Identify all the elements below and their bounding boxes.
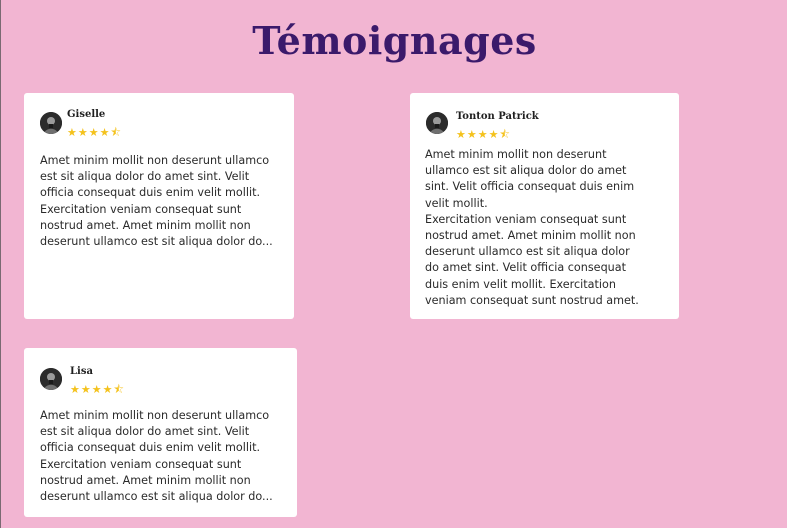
testimonial-text: Amet minim mollit non deserunt ullamco e… [40,154,273,249]
user-avatar-icon [40,368,62,390]
testimonial-card: Giselle ★★★★⯪ Amet minim mollit non dese… [24,93,294,319]
testimonial-card: Tonton Patrick ★★★★⯪ Amet minim mollit n… [410,93,679,319]
page-title: Témoignages [252,18,537,63]
user-avatar-icon [426,112,448,134]
testimonial-card: Lisa ★★★★⯪ Amet minim mollit non deserun… [24,348,297,517]
star-rating: ★★★★⯪ [67,127,122,139]
star-rating: ★★★★⯪ [70,384,125,396]
testimonial-text: Amet minim mollit non deserunt ullamco e… [40,409,273,504]
user-avatar-icon [40,112,62,134]
star-rating: ★★★★⯪ [456,129,511,141]
reviewer-name: Tonton Patrick [456,111,539,122]
reviewer-name: Giselle [67,109,106,120]
reviewer-name: Lisa [70,366,93,377]
testimonial-text: Amet minim mollit non deserunt ullamco e… [425,148,639,307]
